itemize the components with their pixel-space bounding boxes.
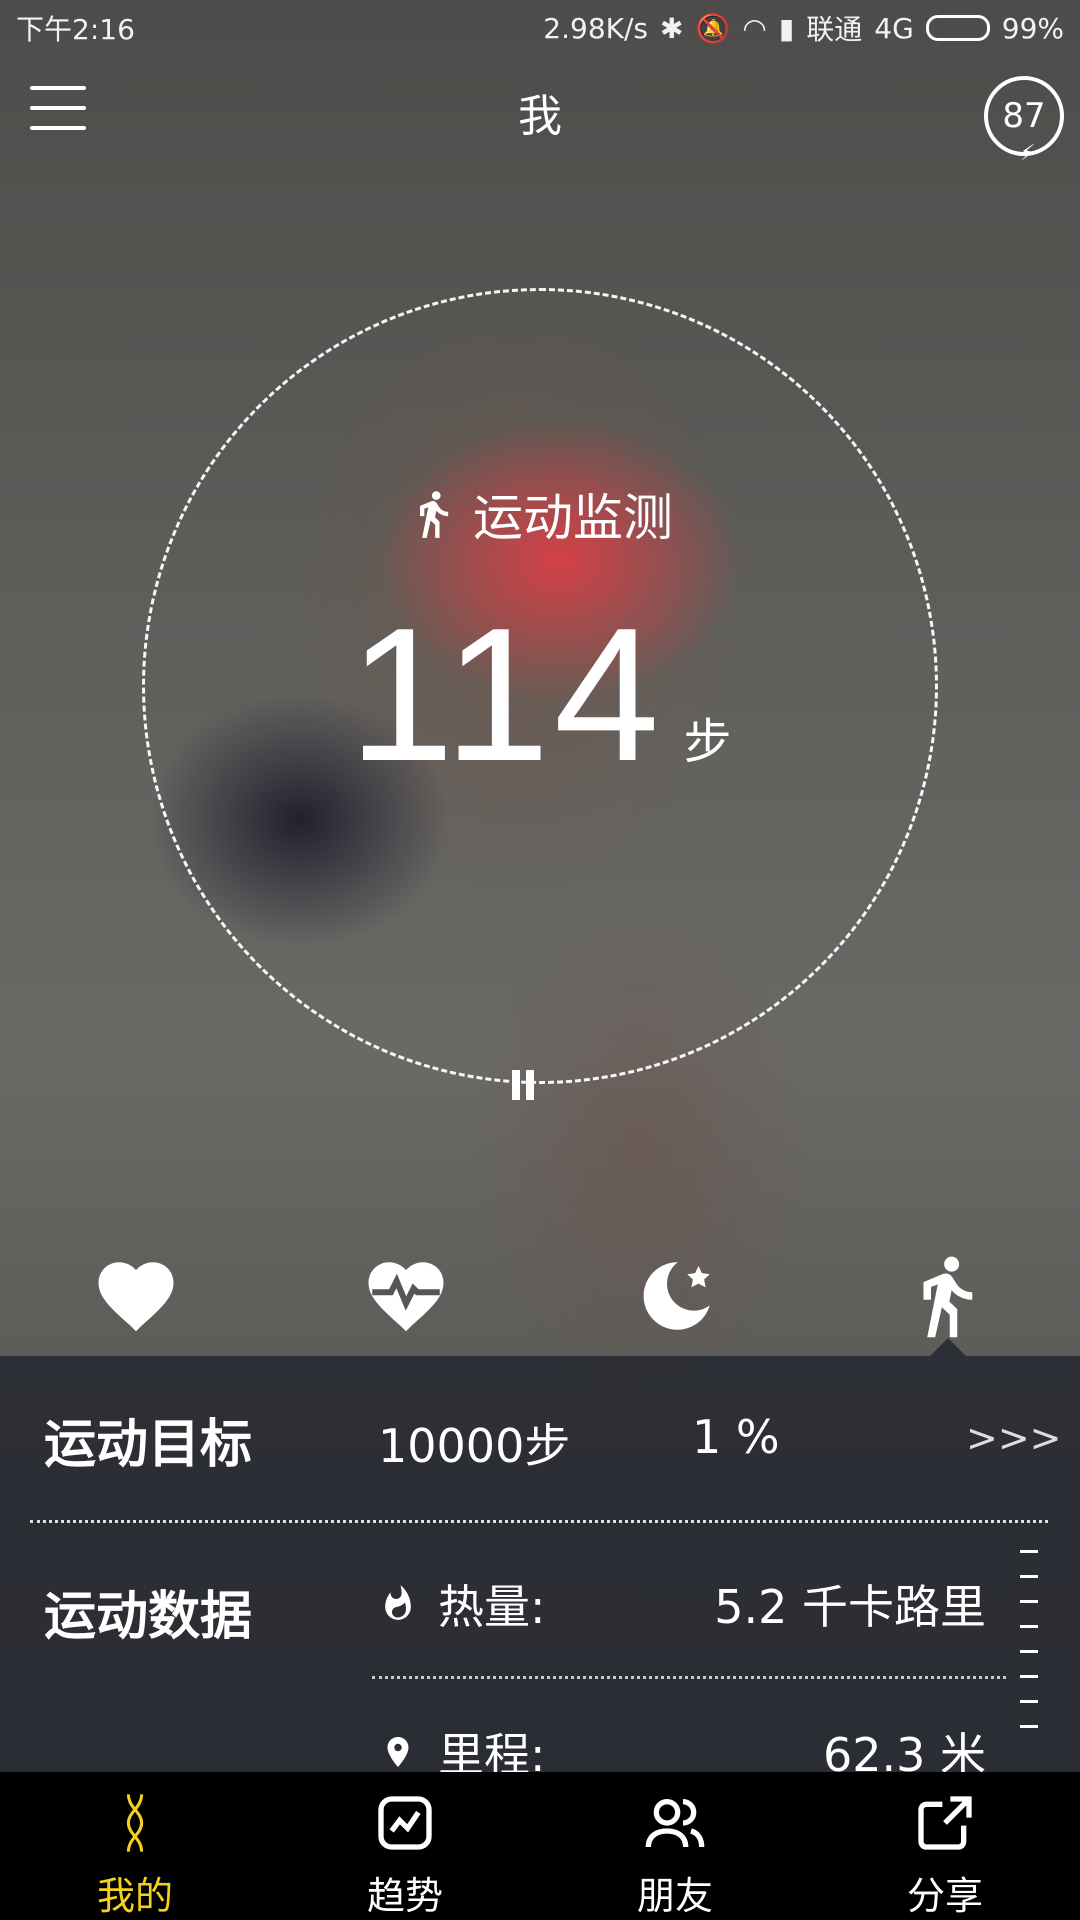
status-bar: 下午2:16 2.98K/s ✱ 🔕 ◠ ▮ 联通 4G 99% (0, 0, 1080, 56)
carrier-name: 联通 (806, 13, 863, 46)
wifi-icon: ◠ (742, 11, 767, 45)
nav-item-friends[interactable]: 朋友 (540, 1772, 810, 1920)
battery-percent: 99% (1001, 11, 1064, 45)
badge-value: 87 (1002, 96, 1046, 136)
calories-label: 热量: (438, 1580, 546, 1634)
nav-item-trend[interactable]: 趋势 (270, 1772, 540, 1920)
monitor-title: 运动监测 (473, 489, 673, 547)
location-pin-icon (376, 1727, 420, 1777)
battery-icon (925, 15, 990, 41)
divider (30, 1520, 1048, 1523)
signal-icon: ▮ (778, 11, 795, 45)
device-battery-badge[interactable]: 87 ⚡ (984, 76, 1064, 166)
bottom-navigation: 我的 趋势 朋友 分享 (0, 1772, 1080, 1920)
goal-title: 运动目标 (44, 1415, 253, 1475)
nav-label: 分享 (906, 1874, 983, 1918)
trend-chart-icon (370, 1788, 440, 1857)
divider (372, 1676, 1006, 1679)
steps-unit: 步 (683, 714, 732, 770)
feature-tabs (0, 1248, 1080, 1338)
steps-display: 114 步 (0, 600, 1080, 790)
silent-icon: 🔕 (695, 11, 731, 45)
status-time: 下午2:16 (16, 13, 135, 46)
scroll-indicator[interactable] (1020, 1550, 1040, 1750)
goal-more-button[interactable]: >>> (966, 1416, 1062, 1460)
flame-icon (376, 1579, 420, 1629)
page-title: 我 (518, 91, 562, 142)
heart-rate-icon[interactable] (358, 1248, 454, 1344)
nav-label: 趋势 (366, 1874, 443, 1918)
heart-icon[interactable] (88, 1248, 184, 1344)
dna-icon (100, 1788, 170, 1857)
selected-tab-indicator (930, 1338, 966, 1356)
data-title: 运动数据 (44, 1587, 253, 1647)
nav-label: 朋友 (636, 1874, 713, 1918)
nav-item-share[interactable]: 分享 (810, 1772, 1080, 1920)
monitor-label: 运动监测 (0, 478, 1080, 550)
bluetooth-icon: ✱ (660, 11, 684, 45)
moon-star-icon[interactable] (628, 1248, 724, 1344)
share-icon (910, 1788, 980, 1857)
network-type: 4G (874, 11, 914, 45)
calories-value: 5.2 千卡路里 (714, 1580, 986, 1634)
status-right: 2.98K/s ✱ 🔕 ◠ ▮ 联通 4G 99% (543, 8, 1064, 48)
nav-label: 我的 (96, 1874, 173, 1918)
calories-row: 热量: 5.2 千卡路里 (376, 1574, 986, 1634)
nav-item-mine[interactable]: 我的 (0, 1772, 270, 1920)
pause-icon[interactable] (512, 1070, 538, 1100)
runner-icon (420, 491, 449, 538)
friends-icon (640, 1788, 710, 1857)
steps-count: 114 (348, 589, 664, 801)
goal-value: 10000步 (378, 1419, 571, 1473)
network-speed: 2.98K/s (543, 11, 649, 45)
bolt-icon: ⚡ (1020, 141, 1036, 166)
goal-percent: 1 % (692, 1410, 780, 1464)
runner-icon[interactable] (898, 1248, 994, 1344)
